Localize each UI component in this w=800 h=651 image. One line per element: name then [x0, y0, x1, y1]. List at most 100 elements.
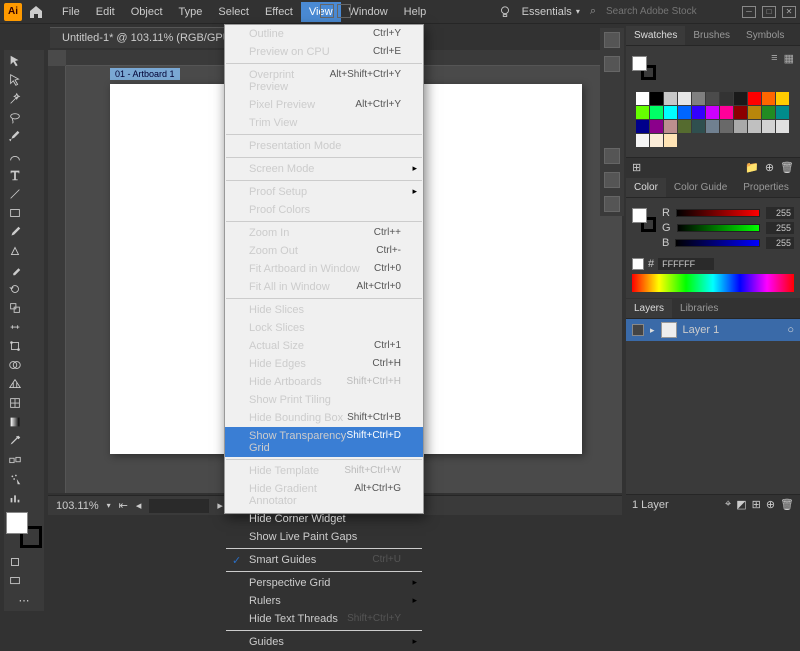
zoom-dropdown-icon[interactable]: ▾ — [107, 501, 111, 510]
view-menu-proof-setup[interactable]: Proof Setup — [225, 183, 423, 201]
swatch[interactable] — [748, 92, 761, 105]
swatch[interactable] — [664, 120, 677, 133]
stroke-panel-icon[interactable] — [604, 172, 620, 188]
color-panel-icon[interactable] — [604, 148, 620, 164]
swatch[interactable] — [776, 106, 789, 119]
swatch-libraries-icon[interactable]: ⊞ — [632, 161, 641, 174]
properties-panel-icon[interactable] — [604, 32, 620, 48]
view-menu-show-transparency-grid[interactable]: Show Transparency GridShift+Ctrl+D — [225, 427, 423, 457]
width-tool[interactable] — [6, 318, 24, 336]
view-menu-trim-view[interactable]: Trim View — [225, 114, 423, 132]
artboard-label[interactable]: 01 - Artboard 1 — [110, 68, 180, 80]
free-transform-tool[interactable] — [6, 337, 24, 355]
menu-file[interactable]: File — [54, 2, 88, 22]
blend-tool[interactable] — [6, 451, 24, 469]
delete-layer-icon[interactable]: 🗑 — [780, 498, 794, 511]
swatch[interactable] — [692, 106, 705, 119]
artboard-nav-next-icon[interactable]: ▸ — [217, 499, 223, 512]
swatch[interactable] — [720, 120, 733, 133]
layer-visibility-icon[interactable] — [632, 324, 644, 336]
lasso-tool[interactable] — [6, 109, 24, 127]
b-slider[interactable] — [675, 239, 760, 247]
swatch[interactable] — [734, 120, 747, 133]
new-layer-icon[interactable]: ⊕ — [766, 498, 775, 511]
delete-swatch-icon[interactable]: 🗑 — [780, 161, 794, 174]
color-spectrum[interactable] — [632, 274, 794, 292]
view-menu-fit-artboard-in-window[interactable]: Fit Artboard in WindowCtrl+0 — [225, 260, 423, 278]
color-tab-color-guide[interactable]: Color Guide — [666, 178, 735, 197]
swatch[interactable] — [762, 92, 775, 105]
view-menu-perspective-grid[interactable]: Perspective Grid — [225, 574, 423, 592]
swatch[interactable] — [636, 134, 649, 147]
new-group-icon[interactable]: 📁 — [745, 161, 759, 174]
swatch[interactable] — [636, 106, 649, 119]
swatch[interactable] — [692, 92, 705, 105]
swatch[interactable] — [706, 106, 719, 119]
swatch-fill[interactable] — [632, 56, 647, 71]
swatch[interactable] — [706, 92, 719, 105]
color-fill[interactable] — [632, 208, 647, 223]
view-menu-presentation-mode[interactable]: Presentation Mode — [225, 137, 423, 155]
shaper-tool[interactable] — [6, 242, 24, 260]
view-menu-outline[interactable]: OutlineCtrl+Y — [225, 25, 423, 43]
gradient-tool[interactable] — [6, 413, 24, 431]
swatch[interactable] — [706, 120, 719, 133]
artboard-nav-field[interactable] — [149, 499, 209, 513]
edit-toolbar[interactable]: ⋯ — [6, 591, 42, 609]
hex-input[interactable]: FFFFFF — [658, 258, 714, 270]
view-menu-hide-gradient-annotator[interactable]: Hide Gradient AnnotatorAlt+Ctrl+G — [225, 480, 423, 510]
locate-layer-icon[interactable]: ⌖ — [725, 498, 731, 511]
swatch[interactable] — [776, 92, 789, 105]
ruler-vertical[interactable] — [48, 66, 66, 493]
layer-row[interactable]: ▸ Layer 1 ○ — [626, 319, 800, 341]
fill-color-box[interactable] — [6, 512, 28, 534]
gpu-preview-icon[interactable] — [337, 4, 351, 18]
column-graph-tool[interactable] — [6, 489, 24, 507]
swatch[interactable] — [664, 92, 677, 105]
swatch[interactable] — [692, 120, 705, 133]
swatch[interactable] — [636, 92, 649, 105]
zoom-level[interactable]: 103.11% — [56, 500, 99, 512]
swatches-tab-brushes[interactable]: Brushes — [685, 26, 738, 45]
view-menu-fit-all-in-window[interactable]: Fit All in WindowAlt+Ctrl+0 — [225, 278, 423, 296]
swatch[interactable] — [678, 92, 691, 105]
swatch[interactable] — [650, 106, 663, 119]
swatches-tab-symbols[interactable]: Symbols — [738, 26, 792, 45]
swatch-list-view-icon[interactable]: ≡ — [771, 52, 777, 84]
window-close-icon[interactable]: ✕ — [782, 6, 796, 18]
view-menu-lock-slices[interactable]: Lock Slices — [225, 319, 423, 337]
view-menu-guides[interactable]: Guides — [225, 633, 423, 651]
layers-tab-libraries[interactable]: Libraries — [672, 299, 726, 318]
view-menu-smart-guides[interactable]: Smart GuidesCtrl+U — [225, 551, 423, 569]
swatch[interactable] — [734, 106, 747, 119]
line-tool[interactable] — [6, 185, 24, 203]
g-slider[interactable] — [677, 224, 760, 232]
new-sublayer-icon[interactable]: ⊞ — [752, 498, 761, 511]
window-maximize-icon[interactable]: □ — [762, 6, 776, 18]
r-value[interactable]: 255 — [766, 207, 794, 219]
eyedropper-tool[interactable] — [6, 432, 24, 450]
arrange-docs-icon[interactable] — [320, 4, 334, 18]
layer-name[interactable]: Layer 1 — [683, 324, 720, 336]
view-menu-proof-colors[interactable]: Proof Colors — [225, 201, 423, 219]
color-fill-stroke[interactable] — [632, 208, 656, 232]
symbol-sprayer-tool[interactable] — [6, 470, 24, 488]
view-menu-overprint-preview[interactable]: Overprint PreviewAlt+Shift+Ctrl+Y — [225, 66, 423, 96]
menu-help[interactable]: Help — [396, 2, 435, 22]
swatches-tab-swatches[interactable]: Swatches — [626, 26, 685, 45]
search-icon[interactable]: ⌕ — [590, 5, 596, 18]
menu-select[interactable]: Select — [210, 2, 257, 22]
layer-target-icon[interactable]: ○ — [787, 324, 794, 336]
swatch[interactable] — [762, 106, 775, 119]
mesh-tool[interactable] — [6, 394, 24, 412]
menu-edit[interactable]: Edit — [88, 2, 123, 22]
view-menu-rulers[interactable]: Rulers — [225, 592, 423, 610]
draw-mode-normal[interactable] — [6, 553, 24, 571]
view-menu-hide-bounding-box[interactable]: Hide Bounding BoxShift+Ctrl+B — [225, 409, 423, 427]
view-menu-hide-corner-widget[interactable]: Hide Corner Widget — [225, 510, 423, 528]
gradient-panel-icon[interactable] — [604, 196, 620, 212]
rotate-tool[interactable] — [6, 280, 24, 298]
pen-tool[interactable] — [6, 128, 24, 146]
shape-builder-tool[interactable] — [6, 356, 24, 374]
menu-object[interactable]: Object — [123, 2, 171, 22]
